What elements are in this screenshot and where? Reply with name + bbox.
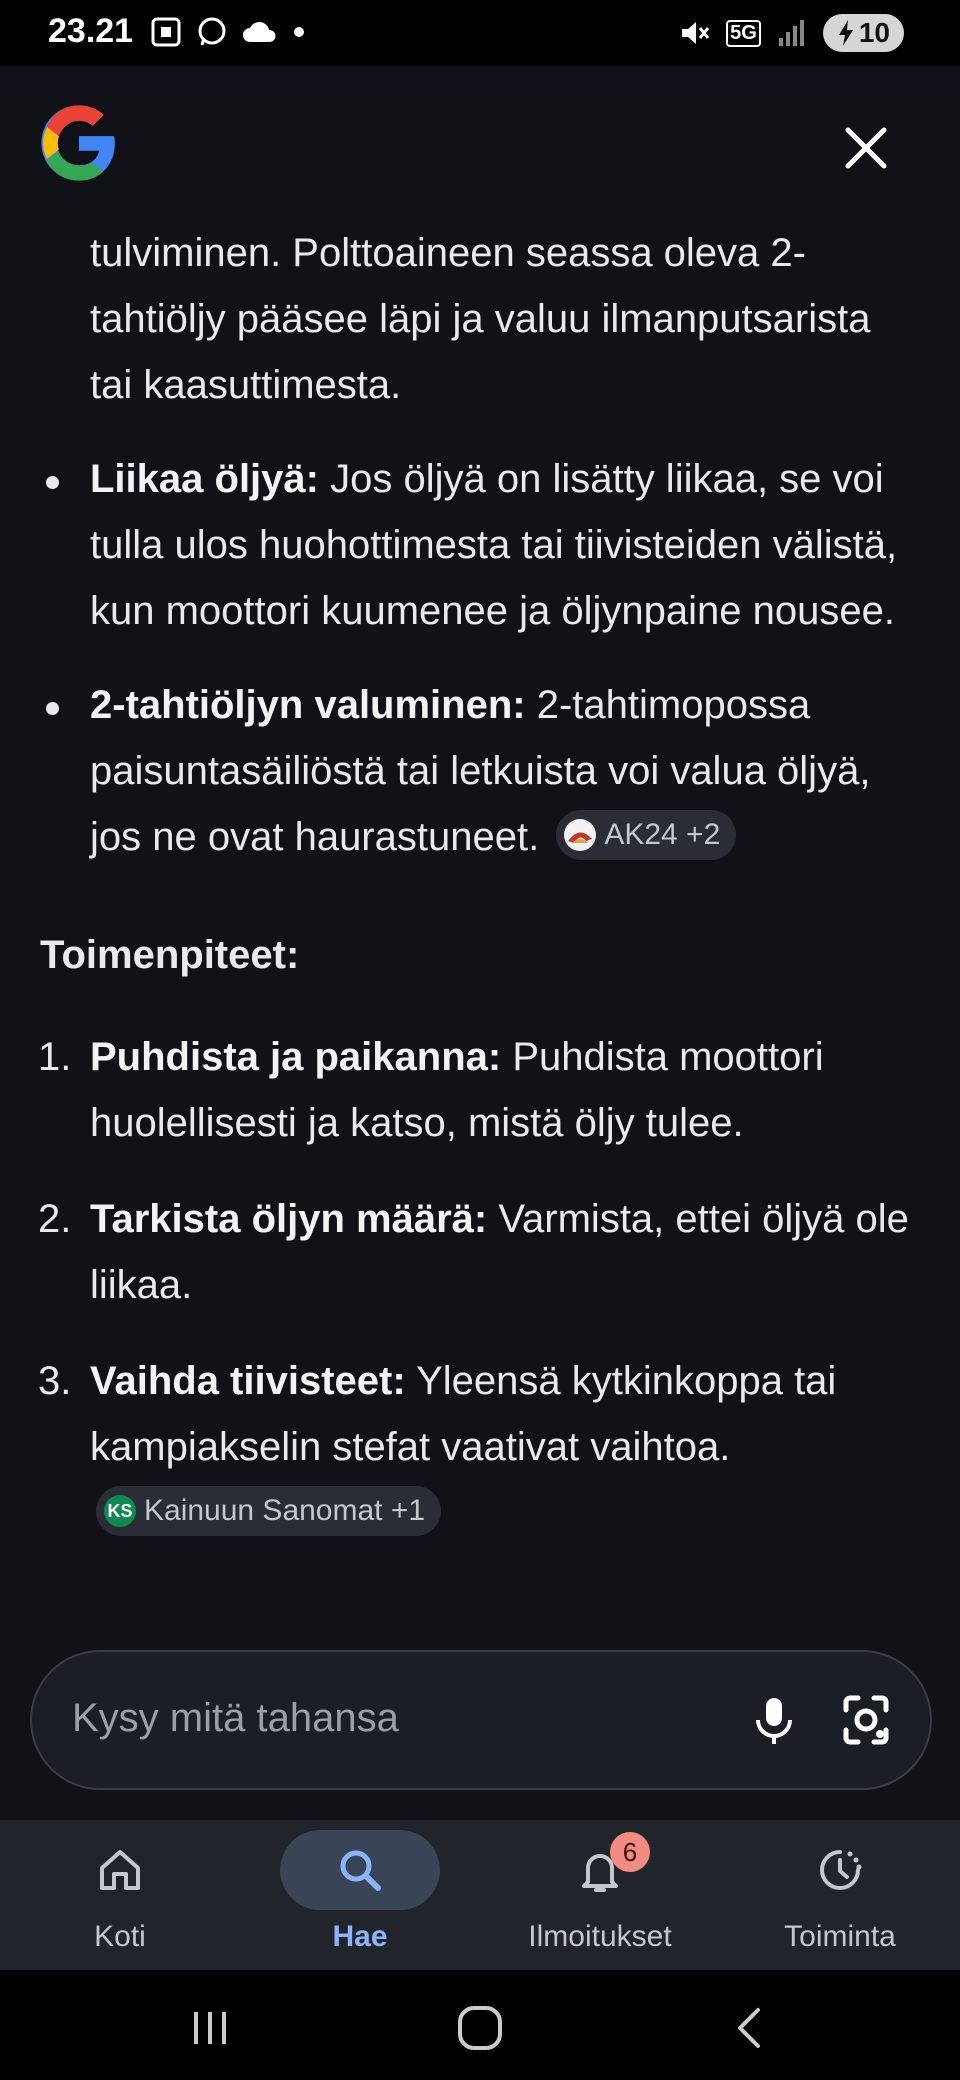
- source-chip[interactable]: KS Kainuun Sanomat +1: [96, 1486, 442, 1537]
- recent-apps-icon[interactable]: [180, 1998, 240, 2058]
- bullet-title: Liikaa öljyä:: [90, 457, 319, 501]
- status-time: 23.21: [48, 12, 134, 50]
- whatsapp-icon: [198, 17, 226, 46]
- network-5g-icon: 5G: [726, 19, 761, 47]
- step-title: Puhdista ja paikanna:: [90, 1035, 502, 1079]
- search-input[interactable]: Kysy mitä tahansa: [72, 1696, 399, 1741]
- ak24-source-icon: [564, 819, 597, 852]
- nav-label: Koti: [94, 1920, 146, 1953]
- search-bar[interactable]: Kysy mitä tahansa: [30, 1650, 932, 1790]
- section-heading: Toimenpiteet:: [40, 933, 300, 977]
- nav-item-koti[interactable]: Koti: [0, 1820, 240, 1970]
- nav-item-hae[interactable]: Hae: [240, 1820, 480, 1970]
- bullet-title: 2-tahtiöljyn valuminen:: [90, 683, 526, 727]
- list-item: 1. Puhdista ja paikanna: Puhdista mootto…: [0, 1024, 920, 1156]
- source-chip-label: Kainuun Sanomat +1: [144, 1494, 426, 1528]
- source-chip-label: AK24 +2: [604, 818, 721, 852]
- list-item: 2-tahtiöljyn valuminen: 2-tahtimopossa p…: [0, 672, 920, 870]
- step-title: Vaihda tiivisteet:: [90, 1359, 406, 1403]
- close-icon[interactable]: [836, 118, 896, 178]
- cloud-icon: [243, 21, 276, 42]
- step-title: Tarkista öljyn määrä:: [90, 1197, 488, 1241]
- home-button-icon[interactable]: [450, 1998, 510, 2058]
- microphone-icon[interactable]: [742, 1688, 806, 1752]
- system-navigation-bar: [0, 1970, 960, 2080]
- google-g-logo: [41, 105, 115, 181]
- list-item: 2. Tarkista öljyn määrä: Varmista, ettei…: [0, 1186, 920, 1318]
- screenshot-icon: [151, 17, 181, 47]
- kainuun-sanomat-icon: KS: [104, 1495, 136, 1528]
- dot-icon: [294, 27, 304, 37]
- nav-label: Ilmoitukset: [528, 1920, 672, 1953]
- status-bar: 23.21 5G 10: [0, 0, 960, 66]
- battery-indicator: 10: [822, 14, 904, 52]
- charging-bolt-icon: [838, 20, 853, 46]
- step-number: 3.: [38, 1359, 72, 1403]
- google-lens-icon[interactable]: [834, 1688, 898, 1752]
- source-chip[interactable]: AK24 +2: [556, 810, 737, 861]
- back-icon[interactable]: [720, 1998, 780, 2058]
- cause-list: Liikaa öljyä: Jos öljyä on lisätty liika…: [0, 446, 960, 870]
- step-number: 2.: [38, 1197, 72, 1241]
- activity-icon: [820, 1850, 862, 1890]
- nav-label: Hae: [332, 1920, 388, 1953]
- signal-icon: [778, 20, 804, 46]
- bottom-navigation: Koti Hae 6 Ilmoitukset Toiminta: [0, 1820, 960, 1970]
- ai-answer-content: tulviminen. Polttoaineen seassa oleva 2-…: [0, 220, 960, 1576]
- list-item: 3. Vaihda tiivisteet: Yleensä kytkinkopp…: [0, 1348, 920, 1546]
- list-item: Liikaa öljyä: Jos öljyä on lisätty liika…: [0, 446, 920, 644]
- nav-item-toiminta[interactable]: Toiminta: [720, 1820, 960, 1970]
- steps-list: 1. Puhdista ja paikanna: Puhdista mootto…: [0, 1024, 960, 1546]
- mute-icon: [682, 22, 710, 44]
- search-icon: [340, 1850, 381, 1891]
- nav-label: Toiminta: [784, 1920, 896, 1953]
- home-icon: [100, 1850, 140, 1890]
- intro-paragraph: tulviminen. Polttoaineen seassa oleva 2-…: [90, 231, 871, 407]
- nav-item-ilmoitukset[interactable]: 6 Ilmoitukset: [480, 1820, 720, 1970]
- step-number: 1.: [38, 1035, 72, 1079]
- notification-badge: 6: [610, 1832, 650, 1872]
